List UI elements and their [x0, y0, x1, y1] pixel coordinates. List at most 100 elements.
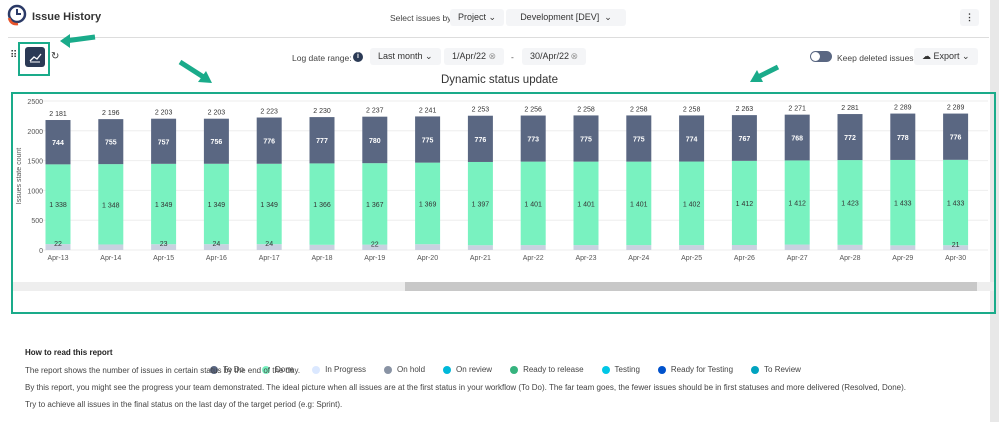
x-tick-label: Apr-22 — [523, 255, 544, 262]
legend-dot-icon — [384, 365, 393, 374]
clear-icon[interactable]: ⊗ — [488, 48, 496, 65]
x-tick-label: Apr-29 — [892, 255, 913, 262]
help-paragraph: The report shows the number of issues in… — [25, 366, 301, 375]
bar-total-label: 2 237 — [366, 108, 384, 115]
legend-item[interactable]: Ready for Testing — [657, 365, 733, 374]
date-to-input[interactable]: 30/Apr/22 ⊗ — [522, 48, 586, 65]
bar-label-done: 1 412 — [788, 200, 806, 207]
bar-total-label: 2 289 — [947, 105, 965, 112]
range-preset-value: Last month — [378, 51, 423, 61]
bar-label-done: 1 397 — [472, 202, 490, 209]
bar-label-todo: 780 — [369, 138, 381, 145]
bar-label-done: 1 412 — [736, 201, 754, 208]
bar-label-todo: 768 — [791, 136, 803, 143]
bar-total-label: 2 223 — [260, 109, 278, 116]
bar-label-done: 1 349 — [155, 202, 173, 209]
bar-label-done: 1 366 — [313, 202, 331, 209]
bar-label-todo: 775 — [580, 137, 592, 144]
x-tick-label: Apr-14 — [100, 255, 121, 262]
bar-label-todo: 744 — [52, 140, 64, 147]
bar-total-label: 2 258 — [577, 106, 595, 113]
bar-segment-other — [837, 244, 863, 250]
bar-label-todo: 767 — [739, 136, 751, 143]
x-tick-label: Apr-17 — [259, 255, 280, 262]
legend-dot-icon — [751, 365, 760, 374]
bar-label-done: 1 367 — [366, 202, 384, 209]
bar-total-label: 2 256 — [524, 107, 542, 114]
keep-deleted-toggle[interactable] — [810, 51, 832, 62]
bar-total-label: 2 203 — [208, 110, 226, 117]
bar-segment-other — [573, 245, 599, 250]
clear-icon[interactable]: ⊗ — [570, 48, 578, 65]
cloud-download-icon: ☁ — [922, 51, 931, 61]
bar-label-todo: 756 — [211, 139, 223, 146]
help-paragraph: Try to achieve all issues in the final s… — [25, 400, 343, 409]
bar-total-label: 2 253 — [472, 107, 490, 114]
bar-label-done: 1 338 — [49, 202, 67, 209]
chart-title: Dynamic status update — [441, 74, 558, 86]
chart-scrollbar[interactable] — [13, 282, 994, 291]
legend-item[interactable]: On review — [443, 365, 492, 374]
chart-container: 0 500 1000 1500 2000 2500 Issues state count 74… — [11, 92, 996, 374]
bar-total-label: 2 230 — [313, 108, 331, 115]
bar-segment-other — [98, 244, 124, 250]
bar-label-todo: 757 — [158, 139, 170, 146]
stacked-bar-chart: 0 500 1000 1500 2000 2500 Issues state count 74… — [16, 99, 988, 262]
scrollbar-thumb[interactable] — [405, 282, 977, 291]
x-tick-label: Apr-24 — [628, 255, 649, 262]
legend-item[interactable]: Testing — [601, 365, 640, 374]
bar-segment-other — [679, 245, 705, 250]
bar-segment-other — [626, 245, 652, 250]
legend-item[interactable]: Ready to release — [510, 365, 584, 374]
bar-label-other: 24 — [213, 241, 221, 248]
x-tick-label: Apr-18 — [311, 255, 332, 262]
bar-total-label: 2 258 — [683, 106, 701, 113]
date-from-input[interactable]: 1/Apr/22 ⊗ — [444, 48, 504, 65]
help-title: How to read this report — [25, 348, 113, 357]
range-preset-dropdown[interactable]: Last month ⌄ — [370, 48, 441, 65]
log-date-label: Log date range: — [292, 53, 352, 63]
bar-label-done: 1 401 — [524, 201, 542, 208]
info-icon[interactable]: i — [353, 52, 363, 62]
bar-total-label: 2 271 — [788, 106, 806, 113]
y-tick-label: 2500 — [27, 99, 43, 106]
x-tick-label: Apr-21 — [470, 255, 491, 262]
y-tick-label: 0 — [39, 248, 43, 255]
bar-label-done: 1 433 — [947, 201, 965, 208]
x-tick-label: Apr-16 — [206, 255, 227, 262]
bar-segment-other — [784, 244, 810, 250]
legend-dot-icon — [657, 365, 666, 374]
bar-segment-other — [415, 244, 441, 250]
bar-segment-other — [731, 244, 757, 250]
bar-label-other: 21 — [952, 242, 960, 249]
help-paragraph: By this report, you might see the progre… — [25, 383, 907, 392]
bar-total-label: 2 289 — [894, 105, 912, 112]
bar-label-todo: 778 — [897, 135, 909, 142]
bar-label-todo: 777 — [316, 138, 328, 145]
legend-item[interactable]: In Progress — [312, 365, 366, 374]
bar-label-todo: 776 — [263, 139, 275, 146]
export-button[interactable]: ☁ Export ⌄ — [914, 48, 978, 65]
x-tick-label: Apr-19 — [364, 255, 385, 262]
export-label: Export — [933, 51, 960, 61]
bar-label-todo: 776 — [950, 135, 962, 142]
bar-total-label: 2 196 — [102, 110, 120, 117]
bar-label-other: 22 — [371, 242, 379, 249]
bar-label-other: 22 — [54, 241, 62, 248]
bar-label-done: 1 433 — [894, 201, 912, 208]
bar-label-todo: 775 — [422, 138, 434, 145]
x-tick-label: Apr-20 — [417, 255, 438, 262]
legend-label: Testing — [614, 365, 640, 374]
bar-total-label: 2 281 — [841, 105, 859, 112]
legend-item[interactable]: On hold — [384, 365, 425, 374]
y-tick-label: 500 — [31, 218, 43, 225]
bar-total-label: 2 241 — [419, 107, 437, 114]
keep-deleted-label: Keep deleted issues — [837, 53, 914, 63]
legend-dot-icon — [443, 365, 452, 374]
legend-item[interactable]: To Review — [751, 365, 801, 374]
bar-label-done: 1 369 — [419, 201, 437, 208]
bar-segment-other — [890, 245, 916, 250]
x-tick-label: Apr-30 — [945, 255, 966, 262]
bar-label-todo: 774 — [686, 136, 698, 143]
y-tick-label: 1000 — [27, 188, 43, 195]
